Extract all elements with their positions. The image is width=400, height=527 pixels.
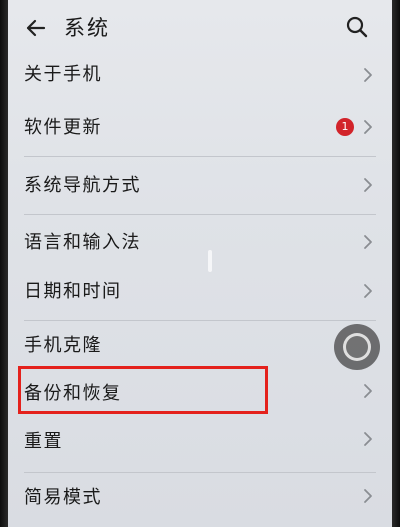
settings-item-label: 软件更新 xyxy=(24,117,102,138)
phone-frame: 系统 关于手机 软件更新 1 系统导航方式 语言和输入法 日期和时间 手机克隆 … xyxy=(0,0,400,527)
chevron-right-icon xyxy=(362,283,374,299)
section-divider xyxy=(24,214,376,215)
settings-item-label: 手机克隆 xyxy=(24,335,102,356)
settings-item-reset[interactable]: 重置 xyxy=(8,420,392,468)
chevron-right-icon xyxy=(362,119,374,135)
back-arrow-icon[interactable] xyxy=(22,14,50,42)
navigation-dock-ring-icon xyxy=(343,333,371,361)
chevron-right-icon xyxy=(362,67,374,83)
settings-item-label: 重置 xyxy=(24,431,63,452)
phone-bezel-right xyxy=(392,0,400,527)
chevron-right-icon xyxy=(362,383,374,399)
page-title: 系统 xyxy=(64,16,110,40)
settings-item-label: 日期和时间 xyxy=(24,281,122,302)
chevron-right-icon xyxy=(362,177,374,193)
floating-navigation-dock[interactable] xyxy=(334,324,380,370)
chevron-right-icon xyxy=(362,234,374,250)
settings-item-date-time[interactable]: 日期和时间 xyxy=(8,268,392,318)
settings-item-software-update[interactable]: 软件更新 1 xyxy=(8,100,392,154)
settings-item-language-input[interactable]: 语言和输入法 xyxy=(8,216,392,268)
system-settings-screen: 系统 关于手机 软件更新 1 系统导航方式 语言和输入法 日期和时间 手机克隆 … xyxy=(8,0,392,527)
settings-item-label: 系统导航方式 xyxy=(24,175,141,196)
search-icon[interactable] xyxy=(344,14,370,40)
screen-glare xyxy=(208,250,212,272)
settings-item-label: 关于手机 xyxy=(24,64,102,85)
settings-item-label: 备份和恢复 xyxy=(24,383,122,404)
settings-item-label: 简易模式 xyxy=(24,487,102,508)
chevron-right-icon xyxy=(362,431,374,447)
chevron-right-icon xyxy=(362,488,374,504)
update-count-badge: 1 xyxy=(336,118,354,136)
section-divider xyxy=(24,320,376,321)
section-divider xyxy=(24,472,376,473)
settings-item-navigation-mode[interactable]: 系统导航方式 xyxy=(8,158,392,214)
settings-item-about-phone[interactable]: 关于手机 xyxy=(8,50,392,100)
settings-item-simple-mode[interactable]: 简易模式 xyxy=(8,474,392,527)
settings-item-label: 语言和输入法 xyxy=(24,232,141,253)
section-divider xyxy=(24,156,376,157)
settings-item-backup-restore[interactable]: 备份和恢复 xyxy=(8,370,392,420)
phone-bezel-left xyxy=(0,0,8,527)
